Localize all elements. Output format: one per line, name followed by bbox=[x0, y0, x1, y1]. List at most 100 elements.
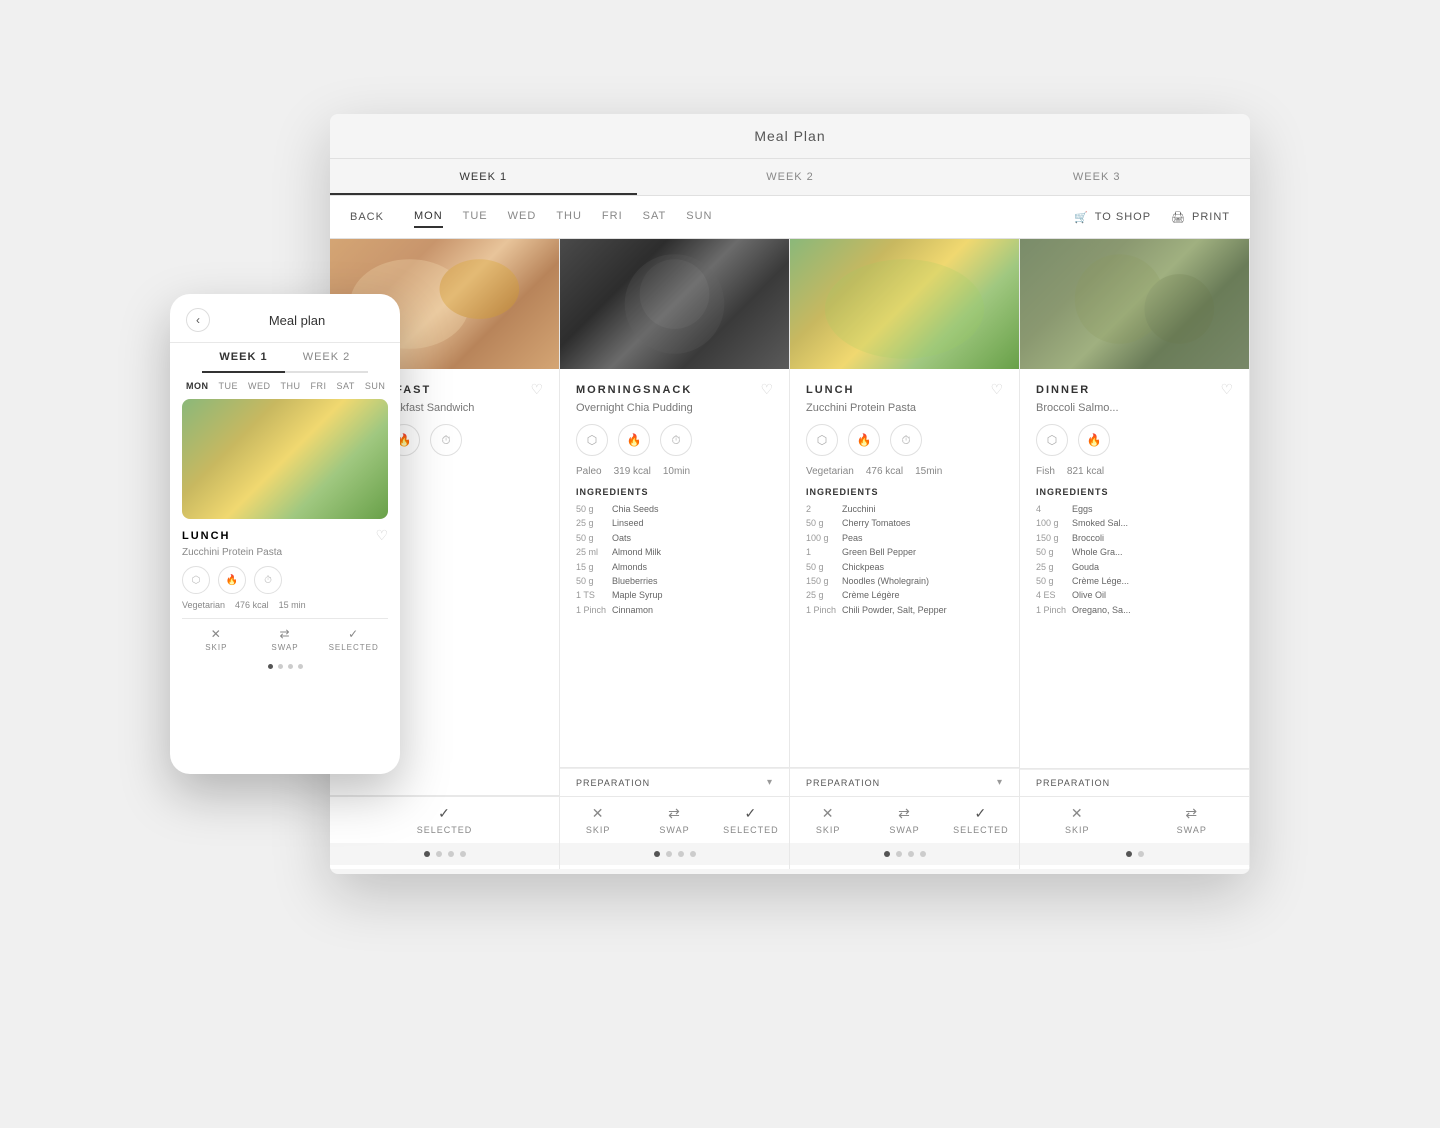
print-button[interactable]: 🖨 PRINT bbox=[1171, 211, 1230, 224]
day-tab-sun[interactable]: SUN bbox=[686, 206, 712, 228]
day-tab-sat[interactable]: SAT bbox=[643, 206, 667, 228]
mobile-app-title: Meal plan bbox=[210, 313, 384, 328]
snack-kcal-icon: 🔥 bbox=[618, 424, 650, 456]
lunch-card: LUNCH ♡ Zucchini Protein Pasta ⬡ 🔥 ⏱ Veg… bbox=[790, 239, 1020, 869]
desktop-week-tab-2[interactable]: WEEK 2 bbox=[637, 159, 944, 195]
lunch-dots bbox=[790, 843, 1019, 865]
back-button[interactable]: BACK bbox=[350, 211, 384, 223]
snack-ing-4: 25 mlAlmond Milk bbox=[576, 545, 773, 559]
mobile-swap-action[interactable]: ⇄ SWAP bbox=[251, 627, 320, 652]
mobile-pagination bbox=[170, 656, 400, 677]
dinner-skip-action[interactable]: ✕ SKIP bbox=[1020, 805, 1135, 835]
lunch-ing-2: 50 gCherry Tomatoes bbox=[806, 516, 1003, 530]
mobile-week-tabs: WEEK 1 WEEK 2 bbox=[202, 343, 368, 373]
dinner-ing-6: 50 gCrème Lége... bbox=[1036, 574, 1233, 588]
lunch-prep[interactable]: PREPARATION ▾ bbox=[790, 768, 1019, 796]
mobile-lunch-time-icon: ⏱ bbox=[254, 566, 282, 594]
mobile-skip-action[interactable]: ✕ SKIP bbox=[182, 627, 251, 652]
lunch-type-label: LUNCH bbox=[806, 384, 855, 396]
mobile-back-button[interactable]: ‹ bbox=[186, 308, 210, 332]
mobile-day-thu[interactable]: THU bbox=[281, 381, 301, 391]
snack-content: MORNINGSNACK ♡ Overnight Chia Pudding ⬡ … bbox=[560, 369, 789, 767]
mobile-lunch-heart-icon[interactable]: ♡ bbox=[375, 527, 388, 544]
mobile-lunch-diet: Vegetarian bbox=[182, 600, 225, 610]
mobile-day-sun[interactable]: SUN bbox=[365, 381, 386, 391]
lunch-skip-icon: ✕ bbox=[822, 805, 835, 822]
mobile-swap-label: SWAP bbox=[271, 643, 298, 652]
snack-heart-icon[interactable]: ♡ bbox=[760, 381, 773, 398]
lunch-ing-5: 50 gChickpeas bbox=[806, 560, 1003, 574]
day-tab-fri[interactable]: FRI bbox=[602, 206, 623, 228]
snack-name: Overnight Chia Pudding bbox=[576, 402, 773, 414]
breakfast-dots bbox=[330, 843, 559, 865]
mobile-day-tabs: MON TUE WED THU FRI SAT SUN bbox=[170, 373, 400, 399]
lunch-ing-7: 25 gCrème Légère bbox=[806, 588, 1003, 602]
dinner-tags: ⬡ 🔥 bbox=[1036, 424, 1233, 456]
snack-expand-icon: ▾ bbox=[767, 777, 773, 788]
desktop-week-tabs: WEEK 1 WEEK 2 WEEK 3 bbox=[330, 159, 1250, 196]
lunch-diet-icon: ⬡ bbox=[806, 424, 838, 456]
mobile-day-wed[interactable]: WED bbox=[248, 381, 271, 391]
lunch-swap-label: SWAP bbox=[889, 825, 919, 835]
dot-3 bbox=[448, 851, 454, 857]
mobile-lunch-name: Zucchini Protein Pasta bbox=[182, 547, 388, 558]
lunch-skip-label: SKIP bbox=[816, 825, 841, 835]
mobile-week-tab-2[interactable]: WEEK 2 bbox=[285, 343, 368, 371]
day-tab-wed[interactable]: WED bbox=[508, 206, 537, 228]
dinner-ing-7: 4 ESOlive Oil bbox=[1036, 588, 1233, 602]
snack-selected-action[interactable]: ✓ SELECTED bbox=[713, 805, 789, 835]
snack-prep[interactable]: PREPARATION ▾ bbox=[560, 768, 789, 796]
day-tab-tue[interactable]: TUE bbox=[463, 206, 488, 228]
dinner-dots bbox=[1020, 843, 1249, 865]
mobile-day-fri[interactable]: FRI bbox=[311, 381, 327, 391]
desktop-week-tab-3[interactable]: WEEK 3 bbox=[943, 159, 1250, 195]
dot-1 bbox=[424, 851, 430, 857]
day-tab-mon[interactable]: MON bbox=[414, 206, 443, 228]
snack-type-row: MORNINGSNACK ♡ bbox=[576, 381, 773, 398]
breakfast-selected-action[interactable]: ✓ SELECTED bbox=[330, 805, 559, 835]
snack-dot-4 bbox=[690, 851, 696, 857]
mobile-day-mon[interactable]: MON bbox=[186, 381, 209, 391]
shopping-cart-icon: 🛒 bbox=[1074, 211, 1089, 224]
mobile-lunch-kcal: 476 kcal bbox=[235, 600, 269, 610]
selected-label: SELECTED bbox=[417, 825, 473, 835]
dinner-swap-action[interactable]: ⇄ SWAP bbox=[1135, 805, 1250, 835]
snack-skip-action[interactable]: ✕ SKIP bbox=[560, 805, 636, 835]
mobile-day-sat[interactable]: SAT bbox=[337, 381, 355, 391]
day-tab-thu[interactable]: THU bbox=[556, 206, 582, 228]
to-shop-button[interactable]: 🛒 TO SHOP bbox=[1074, 211, 1151, 224]
mobile-dot-4 bbox=[298, 664, 303, 669]
lunch-selected-label: SELECTED bbox=[953, 825, 1009, 835]
lunch-skip-action[interactable]: ✕ SKIP bbox=[790, 805, 866, 835]
lunch-swap-action[interactable]: ⇄ SWAP bbox=[866, 805, 942, 835]
mobile-lunch-kcal-icon: 🔥 bbox=[218, 566, 246, 594]
lunch-selected-action[interactable]: ✓ SELECTED bbox=[943, 805, 1019, 835]
dinner-heart-icon[interactable]: ♡ bbox=[1220, 381, 1233, 398]
desktop-header: Meal Plan bbox=[330, 114, 1250, 159]
dinner-ing-3: 150 gBroccoli bbox=[1036, 531, 1233, 545]
lunch-heart-icon[interactable]: ♡ bbox=[990, 381, 1003, 398]
breakfast-time-icon: ⏱ bbox=[430, 424, 462, 456]
dinner-ing-title: INGREDIENTS bbox=[1036, 487, 1233, 497]
mobile-dot-3 bbox=[288, 664, 293, 669]
dinner-prep[interactable]: PREPARATION bbox=[1020, 769, 1249, 796]
lunch-dot-2 bbox=[896, 851, 902, 857]
mobile-week-tabs-container: WEEK 1 WEEK 2 bbox=[170, 343, 400, 373]
dinner-type-row: DINNER ♡ bbox=[1036, 381, 1233, 398]
lunch-kcal-icon: 🔥 bbox=[848, 424, 880, 456]
mobile-selected-action[interactable]: ✓ SELECTED bbox=[319, 627, 388, 652]
breakfast-heart-icon[interactable]: ♡ bbox=[530, 381, 543, 398]
mobile-week-tab-1[interactable]: WEEK 1 bbox=[202, 343, 285, 371]
mobile-day-tue[interactable]: TUE bbox=[219, 381, 239, 391]
snack-ing-title: INGREDIENTS bbox=[576, 487, 773, 497]
lunch-time: 15min bbox=[915, 466, 942, 477]
check-icon: ✓ bbox=[438, 805, 451, 822]
snack-swap-action[interactable]: ⇄ SWAP bbox=[636, 805, 712, 835]
dinner-skip-icon: ✕ bbox=[1071, 805, 1084, 822]
dinner-name: Broccoli Salmo... bbox=[1036, 402, 1233, 414]
desktop-week-tab-1[interactable]: WEEK 1 bbox=[330, 159, 637, 195]
lunch-dot-1 bbox=[884, 851, 890, 857]
dinner-diet-icon: ⬡ bbox=[1036, 424, 1068, 456]
skip-label: SKIP bbox=[586, 825, 611, 835]
mobile-lunch-diet-icon: ⬡ bbox=[182, 566, 210, 594]
